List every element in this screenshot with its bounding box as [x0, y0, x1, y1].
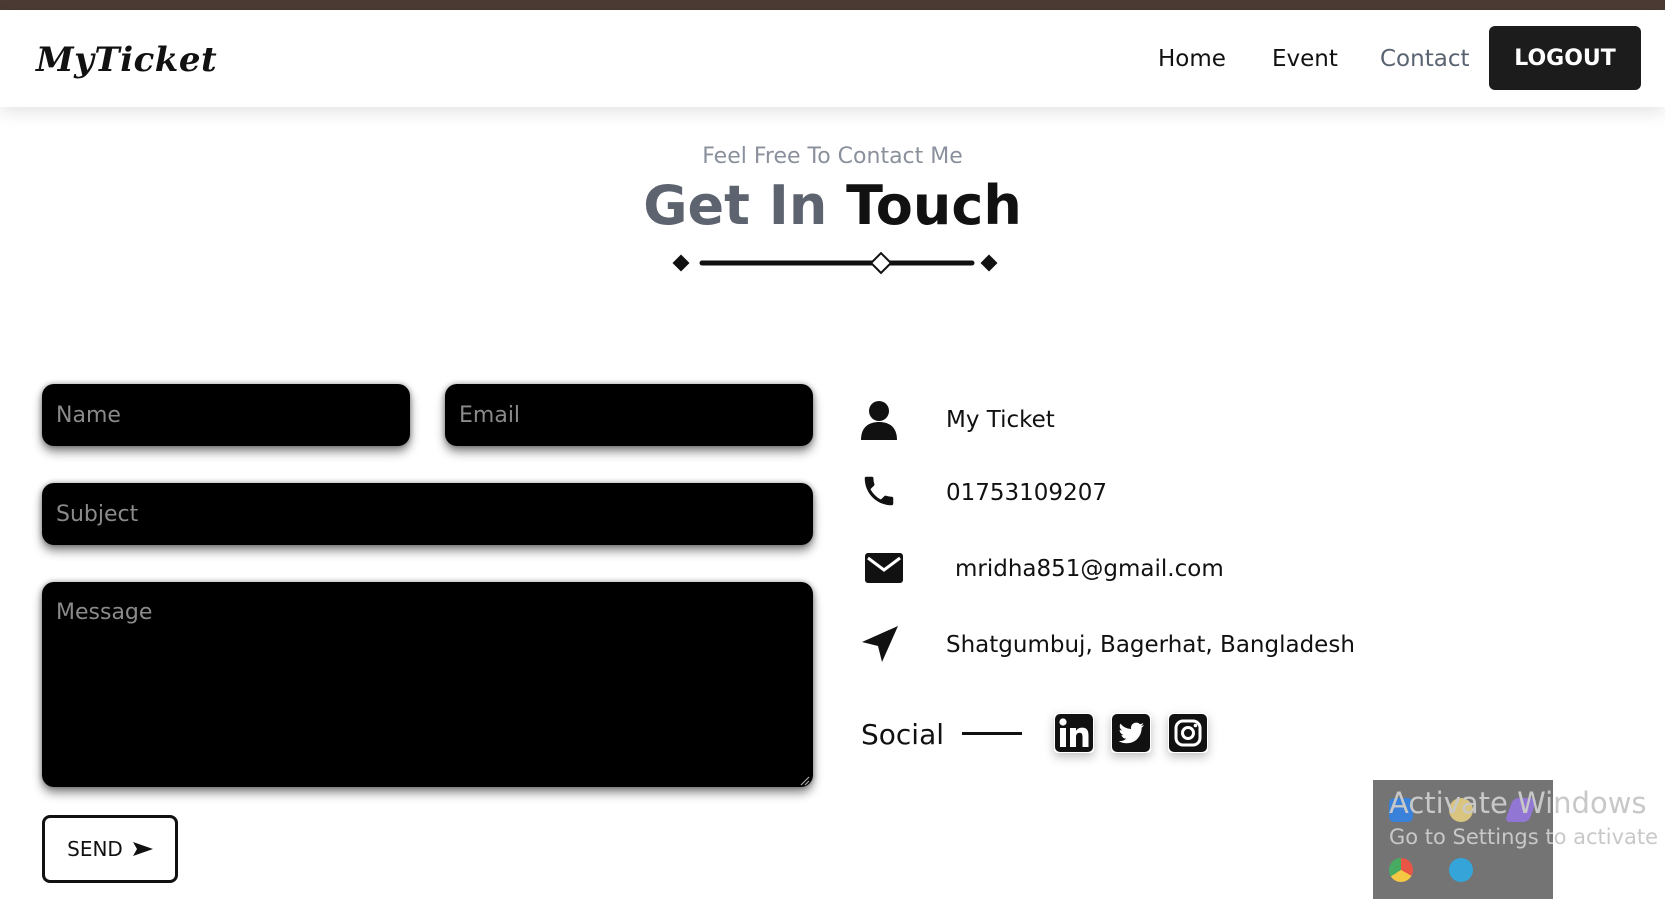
title-part-1: Get In [643, 174, 828, 237]
contact-name: My Ticket [946, 407, 1055, 433]
site-logo[interactable]: MyTicket [36, 40, 217, 80]
social-divider [962, 732, 1022, 735]
instagram-icon [1169, 714, 1207, 752]
section-pretitle: Feel Free To Contact Me [702, 144, 963, 169]
logout-button[interactable]: LOGOUT [1489, 26, 1641, 90]
resize-grip-icon[interactable] [800, 776, 810, 786]
send-label: SEND [67, 837, 123, 861]
send-arrow-icon [132, 842, 153, 856]
phone-icon [864, 476, 894, 506]
nav-event[interactable]: Event [1272, 46, 1338, 72]
twitter-icon [1112, 714, 1150, 752]
instagram-button[interactable] [1168, 713, 1208, 753]
section-title: Get In Touch [0, 174, 1665, 237]
social-label: Social [861, 718, 945, 751]
contact-phone: 01753109207 [946, 480, 1107, 506]
activate-windows-title: Activate Windows [1389, 786, 1647, 820]
user-icon [861, 401, 897, 440]
location-arrow-icon [862, 626, 898, 662]
linkedin-icon [1055, 714, 1093, 752]
title-divider [672, 252, 998, 275]
name-input[interactable] [42, 384, 410, 446]
send-button[interactable]: SEND [42, 815, 178, 883]
nav-contact[interactable]: Contact [1380, 46, 1469, 72]
tray-edge-icon[interactable] [1449, 858, 1473, 882]
contact-email: mridha851@gmail.com [955, 556, 1224, 582]
message-textarea[interactable] [42, 582, 813, 787]
subject-input[interactable] [42, 483, 813, 545]
nav-home[interactable]: Home [1158, 46, 1226, 72]
twitter-button[interactable] [1111, 713, 1151, 753]
tray-browser-icon[interactable] [1389, 858, 1413, 882]
title-part-2: Touch [846, 174, 1022, 237]
navbar: MyTicket Home Event Contact LOGOUT [0, 10, 1665, 107]
envelope-icon [865, 553, 903, 583]
email-input[interactable] [445, 384, 813, 446]
activate-windows-subtitle: Go to Settings to activate Wi [1389, 825, 1665, 849]
linkedin-button[interactable] [1054, 713, 1094, 753]
contact-address: Shatgumbuj, Bagerhat, Bangladesh [946, 632, 1355, 658]
top-accent-strip [0, 0, 1665, 10]
